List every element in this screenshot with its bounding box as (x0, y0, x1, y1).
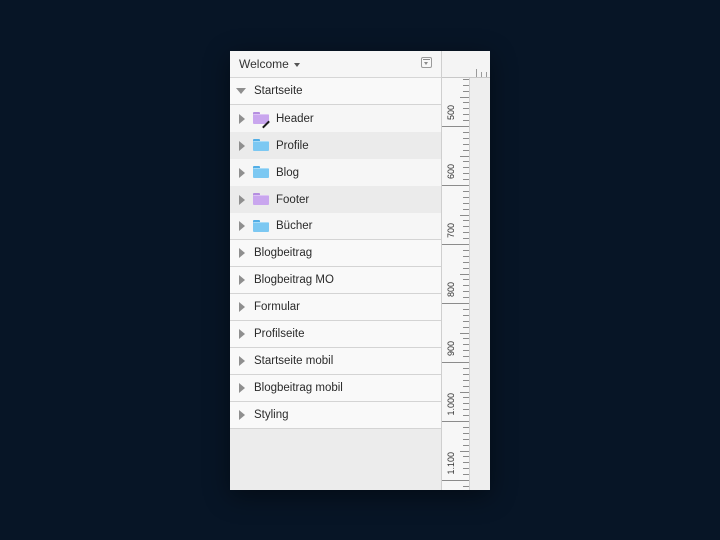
layers-panel: Welcome Startseite Header Profile Blog F… (230, 51, 442, 490)
disclosure-expanded-icon[interactable] (236, 88, 246, 94)
tree-row-label: Blogbeitrag mobil (254, 382, 343, 394)
disclosure-collapsed-icon[interactable] (239, 275, 245, 285)
folder-icon (253, 139, 269, 151)
ruler-label: 900 (446, 341, 456, 357)
disclosure-collapsed-icon[interactable] (239, 248, 245, 258)
tree-row-label: Blog (276, 166, 300, 179)
panel-header: Welcome (230, 51, 441, 78)
tree-child-buecher[interactable]: Bücher (230, 213, 441, 240)
tree-row-page[interactable]: Blogbeitrag MO (230, 267, 441, 294)
ruler-strip: 500 600 700 800 900 1.000 1.100 (442, 78, 470, 490)
tree-row-page[interactable]: Styling (230, 402, 441, 429)
tree-row-label: Footer (276, 193, 310, 206)
disclosure-collapsed-icon[interactable] (239, 194, 245, 205)
disclosure-collapsed-icon[interactable] (239, 356, 245, 366)
folder-icon (253, 166, 269, 178)
tree-child-footer[interactable]: Footer (230, 186, 441, 213)
tree-row-label: Header (276, 112, 314, 125)
tree-row-startseite[interactable]: Startseite (230, 78, 441, 105)
tree-row-label: Startseite mobil (254, 355, 334, 367)
ruler-label: 1.100 (446, 452, 456, 475)
caret-down-icon (293, 62, 300, 67)
canvas-area[interactable] (470, 78, 490, 490)
collapse-bar-icon (423, 59, 430, 60)
folder-icon (253, 220, 269, 232)
tree-row-label: Profilseite (254, 328, 305, 340)
tree-row-page[interactable]: Formular (230, 294, 441, 321)
tree-row-label: Startseite (254, 85, 303, 97)
tree-row-label: Bücher (276, 220, 313, 232)
collapse-all-button[interactable] (421, 57, 432, 68)
disclosure-collapsed-icon[interactable] (239, 221, 245, 231)
ruler-label: 600 (446, 164, 456, 180)
disclosure-collapsed-icon[interactable] (239, 383, 245, 393)
tree-row-label: Profile (276, 139, 309, 152)
tree-row-label: Styling (254, 409, 289, 421)
tree-row-page[interactable]: Blogbeitrag mobil (230, 375, 441, 402)
page-selector-dropdown[interactable]: Welcome (239, 57, 300, 71)
tree-row-page[interactable]: Profilseite (230, 321, 441, 348)
tree-child-header[interactable]: Header (230, 105, 441, 132)
tree-row-label: Blogbeitrag (254, 247, 313, 259)
tree-row-label: Formular (254, 301, 301, 313)
tree-child-profile[interactable]: Profile (230, 132, 441, 159)
artboard-folder-icon (253, 112, 270, 129)
tree-row-page[interactable]: Blogbeitrag (230, 240, 441, 267)
horizontal-ruler-ticks (476, 69, 487, 77)
folder-icon (253, 193, 269, 205)
ruler-corner (442, 51, 490, 78)
ruler-label: 500 (446, 105, 456, 121)
disclosure-collapsed-icon[interactable] (239, 329, 245, 339)
page-selector-label: Welcome (239, 57, 289, 71)
ruler-label: 1.000 (446, 393, 456, 416)
ruler-label: 700 (446, 223, 456, 239)
vertical-ruler[interactable]: 500 600 700 800 900 1.000 1.100 (442, 51, 490, 490)
disclosure-collapsed-icon[interactable] (239, 113, 245, 124)
tree-row-page[interactable]: Startseite mobil (230, 348, 441, 375)
ruler-label: 800 (446, 282, 456, 298)
disclosure-collapsed-icon[interactable] (239, 140, 245, 151)
layers-window: Welcome Startseite Header Profile Blog F… (230, 51, 490, 490)
tree-row-label: Blogbeitrag MO (254, 274, 334, 286)
tree-child-blog[interactable]: Blog (230, 159, 441, 186)
disclosure-collapsed-icon[interactable] (239, 302, 245, 312)
disclosure-collapsed-icon[interactable] (239, 410, 245, 420)
collapse-arrow-icon (424, 62, 428, 65)
disclosure-collapsed-icon[interactable] (239, 167, 245, 178)
